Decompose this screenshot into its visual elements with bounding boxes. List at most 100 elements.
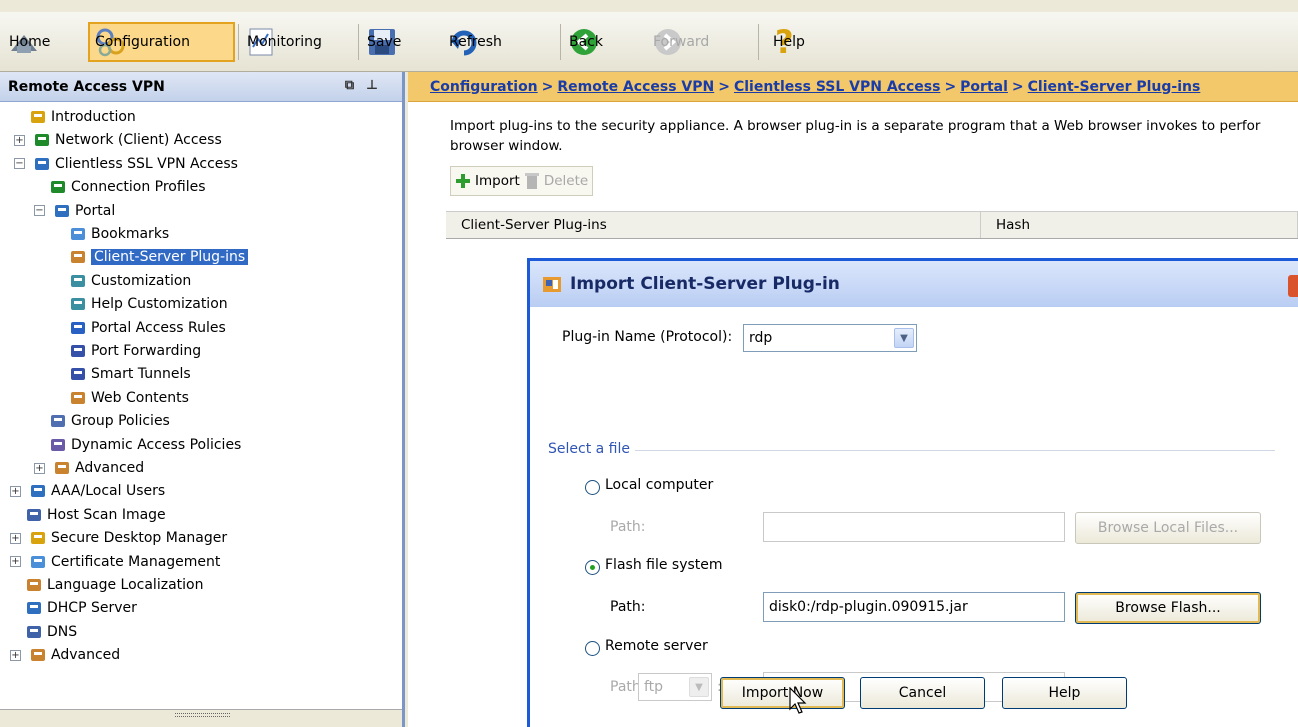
tree-item[interactable]: Language Localization <box>25 574 203 596</box>
chevron-down-icon[interactable]: ▼ <box>894 328 914 348</box>
advanced-icon <box>31 649 45 662</box>
tree-item[interactable]: Help Customization <box>69 293 228 315</box>
breadcrumb-separator: > <box>1011 78 1024 95</box>
column-header-hash[interactable]: Hash <box>981 212 1298 238</box>
expand-icon[interactable]: + <box>10 485 21 497</box>
tree-item[interactable]: Client-Server Plug-ins <box>69 246 249 268</box>
tree-item[interactable]: Bookmarks <box>69 223 169 245</box>
tree-item[interactable]: Dynamic Access Policies <box>49 434 241 456</box>
tree-item[interactable]: Connection Profiles <box>49 176 206 198</box>
column-header-plugins[interactable]: Client-Server Plug-ins <box>446 212 981 238</box>
help-label: Help <box>773 34 805 50</box>
browse-flash-label: Browse Flash... <box>1115 600 1221 616</box>
tree-item[interactable]: + Network (Client) Access <box>14 129 222 151</box>
mouse-cursor-icon <box>789 687 807 714</box>
tree-item-label: Language Localization <box>47 577 204 593</box>
breadcrumb-item[interactable]: Portal <box>960 79 1008 95</box>
toolbar-separator <box>238 24 239 60</box>
browse-local-files-button[interactable]: Browse Local Files... <box>1075 512 1261 544</box>
tree-item[interactable]: Group Policies <box>49 410 170 432</box>
pane-splitter[interactable] <box>0 709 402 727</box>
save-button[interactable]: Save <box>362 22 402 62</box>
collapse-icon[interactable]: − <box>14 158 25 170</box>
cancel-button[interactable]: Cancel <box>860 677 985 709</box>
expand-icon[interactable]: + <box>10 556 21 568</box>
plugin-icon <box>71 251 85 264</box>
import-button[interactable]: Import <box>455 173 520 189</box>
expand-icon[interactable]: + <box>34 462 45 474</box>
import-label: Import <box>475 173 520 189</box>
remote-server-label[interactable]: Remote server <box>605 638 708 654</box>
help-dialog-button[interactable]: Help <box>1002 677 1127 709</box>
remote-server-radio[interactable] <box>585 641 600 656</box>
navigation-pane: Remote Access VPN ⧉⊥ Introduction + Networ… <box>0 72 405 727</box>
help-button[interactable]: ? Help <box>768 22 805 62</box>
tree-item[interactable]: + Secure Desktop Manager <box>10 527 227 549</box>
flash-path-value: disk0:/rdp-plugin.090915.jar <box>769 599 968 615</box>
tree-item[interactable]: DHCP Server <box>25 597 137 619</box>
tree-item[interactable]: + Advanced <box>10 644 120 666</box>
refresh-button[interactable]: Refresh <box>444 22 502 62</box>
dialog-title-bar[interactable]: Import Client-Server Plug-in <box>530 261 1298 307</box>
delete-button[interactable]: Delete <box>524 172 588 190</box>
tree-item-label: AAA/Local Users <box>51 483 166 500</box>
navigation-pane-title: Remote Access VPN <box>8 78 165 95</box>
expand-icon[interactable]: + <box>14 134 25 146</box>
tree-item[interactable]: Customization <box>69 270 191 292</box>
menu-bar <box>0 0 1298 12</box>
dialog-close-button[interactable] <box>1288 275 1298 297</box>
tree-item[interactable]: Web Contents <box>69 387 189 409</box>
tree-item[interactable]: Port Forwarding <box>69 340 201 362</box>
splitter-grip[interactable] <box>175 713 230 717</box>
flash-path-input[interactable]: disk0:/rdp-plugin.090915.jar <box>763 592 1065 622</box>
breadcrumb-item[interactable]: Client-Server Plug-ins <box>1028 79 1201 95</box>
vpn-icon <box>35 157 49 170</box>
remote-protocol-select[interactable]: ftp ▼ <box>638 673 712 701</box>
toolbar-separator <box>758 24 759 60</box>
local-computer-label[interactable]: Local computer <box>605 477 713 493</box>
tree-item[interactable]: Introduction <box>29 106 136 128</box>
tree-item[interactable]: + Certificate Management <box>10 551 220 573</box>
tree-item[interactable]: − Clientless SSL VPN Access <box>14 153 238 175</box>
expand-icon[interactable]: + <box>10 532 21 544</box>
browse-flash-button[interactable]: Browse Flash... <box>1075 592 1261 624</box>
flash-file-system-radio[interactable] <box>585 560 600 575</box>
flash-file-system-label[interactable]: Flash file system <box>605 557 723 573</box>
monitoring-button[interactable]: Monitoring <box>242 22 322 62</box>
plugin-icon <box>543 277 561 292</box>
plugin-name-select[interactable]: rdp ▼ <box>743 324 917 352</box>
port-forwarding-icon <box>71 345 85 357</box>
forward-button[interactable]: Forward <box>648 22 709 62</box>
breadcrumb-item[interactable]: Remote Access VPN <box>557 79 714 95</box>
local-path-input[interactable] <box>763 512 1065 542</box>
local-computer-radio[interactable] <box>585 480 600 495</box>
plugin-name-label: Plug-in Name (Protocol): <box>562 329 733 345</box>
expand-icon[interactable]: + <box>10 649 21 661</box>
tree-item-label: Client-Server Plug-ins <box>91 249 249 266</box>
home-button[interactable]: Home <box>4 22 50 62</box>
main-toolbar: Home Configuration Monitoring Save Refre… <box>0 12 1298 72</box>
tree-item-label: Advanced <box>75 460 145 476</box>
tree-item[interactable]: + Advanced <box>34 457 144 479</box>
tree-item-label: Host Scan Image <box>47 506 166 523</box>
tree-item[interactable]: Smart Tunnels <box>69 363 191 385</box>
delete-label: Delete <box>543 173 589 189</box>
configuration-button[interactable]: Configuration <box>88 22 235 62</box>
chevron-down-icon[interactable]: ▼ <box>689 677 709 697</box>
tree-item[interactable]: − Portal <box>34 200 115 222</box>
lock-icon <box>31 485 45 498</box>
collapse-icon[interactable]: − <box>34 205 45 217</box>
pane-pin-icons[interactable]: ⧉⊥ <box>345 78 390 93</box>
tree-item-label: Bookmarks <box>91 226 170 242</box>
tree-item[interactable]: Host Scan Image <box>25 504 166 526</box>
tree-item-label: Secure Desktop Manager <box>51 530 228 547</box>
breadcrumb-item[interactable]: Configuration <box>430 79 538 95</box>
tree-item[interactable]: DNS <box>25 621 77 643</box>
back-button[interactable]: Back <box>564 22 604 62</box>
breadcrumb-item[interactable]: Clientless SSL VPN Access <box>734 79 940 95</box>
tree-item[interactable]: + AAA/Local Users <box>10 480 165 502</box>
tree-item[interactable]: Portal Access Rules <box>69 317 226 339</box>
plugin-toolbar: Import Delete <box>450 166 594 196</box>
monitoring-label: Monitoring <box>247 34 322 50</box>
import-now-button[interactable]: Import Now <box>720 677 845 709</box>
